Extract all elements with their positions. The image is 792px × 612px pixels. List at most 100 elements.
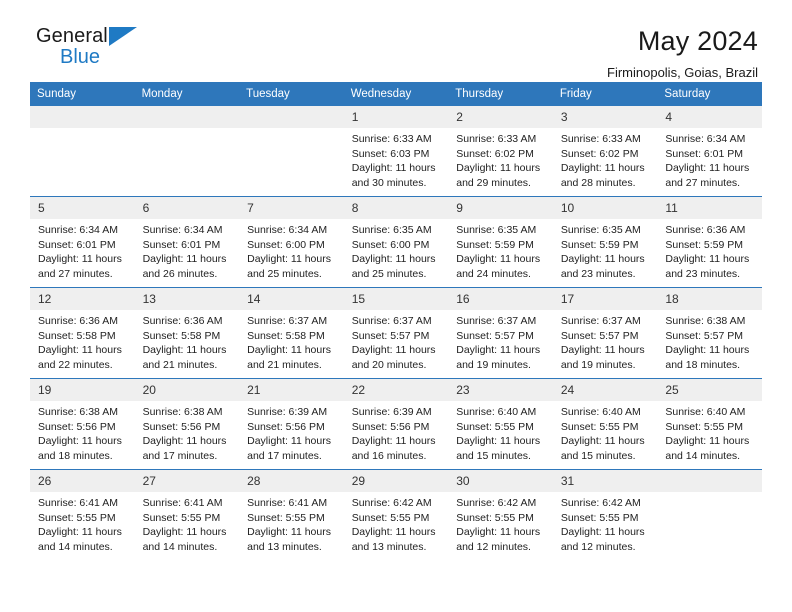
calendar-day-cell[interactable]: 24 Sunrise: 6:40 AM Sunset: 5:55 PM Dayligh… xyxy=(552,378,658,470)
daylight-text: Daylight: 11 hours xyxy=(351,162,436,175)
logo-text-general: General xyxy=(36,25,108,47)
sunrise-text: Sunrise: 6:35 AM xyxy=(560,224,641,236)
day-details: Sunrise: 6:41 AM Sunset: 5:55 PM Daylight:… xyxy=(30,492,135,554)
day-number: 11 xyxy=(657,197,762,219)
sunset-text: Sunset: 5:58 PM xyxy=(142,329,221,342)
day-details: Sunrise: 6:35 AM Sunset: 5:59 PM Daylight:… xyxy=(448,219,553,281)
day-details: Sunrise: 6:37 AM Sunset: 5:57 PM Daylight:… xyxy=(553,310,658,372)
daylight-text: Daylight: 11 hours xyxy=(247,253,331,266)
day-number: 27 xyxy=(134,470,240,492)
sunrise-text: Sunrise: 6:38 AM xyxy=(142,406,223,418)
day-details: Sunrise: 6:39 AM Sunset: 5:56 PM Daylight:… xyxy=(239,401,344,463)
daylight-text-cont: and 18 minutes. xyxy=(665,358,741,371)
day-details: Sunrise: 6:39 AM Sunset: 5:56 PM Daylight:… xyxy=(344,401,449,463)
calendar-day-cell[interactable]: 28 Sunrise: 6:41 AM Sunset: 5:55 PM Dayligh… xyxy=(239,469,344,560)
sunrise-text: Sunrise: 6:40 AM xyxy=(456,406,537,418)
calendar-day-cell[interactable]: 16 Sunrise: 6:37 AM Sunset: 5:57 PM Dayligh… xyxy=(448,287,553,379)
calendar-day-cell[interactable]: 2 Sunrise: 6:33 AM Sunset: 6:02 PM Daylight… xyxy=(448,106,553,197)
day-number: 14 xyxy=(239,288,344,310)
sunrise-text: Sunrise: 6:41 AM xyxy=(142,497,223,509)
day-number: 13 xyxy=(134,288,240,310)
daylight-text-cont: and 25 minutes. xyxy=(247,267,322,280)
calendar-body: 1 Sunrise: 6:33 AM Sunset: 6:03 PM Daylight… xyxy=(30,106,762,560)
sunrise-text: Sunrise: 6:33 AM xyxy=(351,133,432,145)
calendar-day-cell[interactable]: 1 Sunrise: 6:33 AM Sunset: 6:03 PM Daylight… xyxy=(343,106,449,197)
day-number: 15 xyxy=(343,288,449,310)
sunrise-text: Sunrise: 6:36 AM xyxy=(38,315,118,327)
daylight-text: Daylight: 11 hours xyxy=(560,435,645,448)
daylight-text: Daylight: 11 hours xyxy=(665,435,750,448)
calendar-day-cell[interactable]: 25 Sunrise: 6:40 AM Sunset: 5:55 PM Dayligh… xyxy=(657,378,762,470)
sunrise-text: Sunrise: 6:34 AM xyxy=(665,133,746,145)
calendar-day-cell[interactable]: 4 Sunrise: 6:34 AM Sunset: 6:01 PM Daylight… xyxy=(657,106,762,197)
daylight-text: Daylight: 11 hours xyxy=(351,253,436,266)
day-details: Sunrise: 6:38 AM Sunset: 5:56 PM Daylight:… xyxy=(135,401,240,463)
day-number: 16 xyxy=(448,288,553,310)
calendar-day-cell[interactable]: 20 Sunrise: 6:38 AM Sunset: 5:56 PM Dayligh… xyxy=(134,378,240,470)
calendar-day-cell[interactable]: 5 Sunrise: 6:34 AM Sunset: 6:01 PM Daylight… xyxy=(30,196,135,288)
sunset-text: Sunset: 5:55 PM xyxy=(142,511,221,524)
general-blue-logo[interactable]: General Blue xyxy=(36,26,156,72)
daylight-text-cont: and 19 minutes. xyxy=(456,358,531,371)
daylight-text: Daylight: 11 hours xyxy=(38,526,122,539)
daylight-text-cont: and 26 minutes. xyxy=(142,267,218,280)
day-number xyxy=(239,106,344,128)
day-number: 24 xyxy=(552,379,658,401)
sunset-text: Sunset: 5:55 PM xyxy=(560,420,639,433)
sunset-text: Sunset: 6:00 PM xyxy=(247,238,325,251)
calendar-day-cell[interactable]: 18 Sunrise: 6:38 AM Sunset: 5:57 PM Dayligh… xyxy=(657,287,762,379)
calendar-day-cell[interactable]: 26 Sunrise: 6:41 AM Sunset: 5:55 PM Dayligh… xyxy=(30,469,135,560)
sunrise-text: Sunrise: 6:36 AM xyxy=(665,224,746,236)
sunrise-text: Sunrise: 6:36 AM xyxy=(142,315,223,327)
calendar-day-cell[interactable]: 7 Sunrise: 6:34 AM Sunset: 6:00 PM Daylight… xyxy=(239,196,344,288)
sunrise-text: Sunrise: 6:34 AM xyxy=(142,224,223,236)
calendar-day-cell[interactable]: 30 Sunrise: 6:42 AM Sunset: 5:55 PM Dayligh… xyxy=(448,469,553,560)
calendar-day-cell[interactable]: 27 Sunrise: 6:41 AM Sunset: 5:55 PM Dayligh… xyxy=(134,469,240,560)
sunrise-text: Sunrise: 6:37 AM xyxy=(456,315,537,327)
day-number: 12 xyxy=(30,288,135,310)
calendar-day-cell[interactable]: 19 Sunrise: 6:38 AM Sunset: 5:56 PM Dayligh… xyxy=(30,378,135,470)
calendar-day-cell[interactable]: 14 Sunrise: 6:37 AM Sunset: 5:58 PM Dayligh… xyxy=(239,287,344,379)
sunrise-text: Sunrise: 6:42 AM xyxy=(560,497,641,509)
calendar-day-cell[interactable]: 21 Sunrise: 6:39 AM Sunset: 5:56 PM Dayligh… xyxy=(239,378,344,470)
calendar-day-cell[interactable]: 11 Sunrise: 6:36 AM Sunset: 5:59 PM Dayligh… xyxy=(657,196,762,288)
daylight-text: Daylight: 11 hours xyxy=(38,344,122,357)
calendar-day-cell[interactable]: 31 Sunrise: 6:42 AM Sunset: 5:55 PM Dayligh… xyxy=(552,469,658,560)
calendar-day-cell[interactable]: 23 Sunrise: 6:40 AM Sunset: 5:55 PM Dayligh… xyxy=(448,378,553,470)
sunset-text: Sunset: 5:57 PM xyxy=(665,329,744,342)
sunrise-text: Sunrise: 6:41 AM xyxy=(38,497,118,509)
day-number: 29 xyxy=(343,470,449,492)
daylight-text: Daylight: 11 hours xyxy=(247,344,331,357)
day-number: 5 xyxy=(30,197,135,219)
day-number: 7 xyxy=(239,197,344,219)
day-details: Sunrise: 6:42 AM Sunset: 5:55 PM Daylight:… xyxy=(553,492,658,554)
calendar-day-cell[interactable]: 10 Sunrise: 6:35 AM Sunset: 5:59 PM Dayligh… xyxy=(552,196,658,288)
calendar-day-cell[interactable]: 13 Sunrise: 6:36 AM Sunset: 5:58 PM Dayligh… xyxy=(134,287,240,379)
sunset-text: Sunset: 6:00 PM xyxy=(351,238,430,251)
calendar-day-cell[interactable]: 22 Sunrise: 6:39 AM Sunset: 5:56 PM Dayligh… xyxy=(343,378,449,470)
daylight-text-cont: and 14 minutes. xyxy=(665,449,741,462)
calendar-day-cell[interactable]: 15 Sunrise: 6:37 AM Sunset: 5:57 PM Dayligh… xyxy=(343,287,449,379)
calendar-day-cell[interactable]: 6 Sunrise: 6:34 AM Sunset: 6:01 PM Daylight… xyxy=(134,196,240,288)
sunset-text: Sunset: 6:03 PM xyxy=(351,147,430,160)
calendar-day-cell[interactable]: 3 Sunrise: 6:33 AM Sunset: 6:02 PM Daylight… xyxy=(552,106,658,197)
day-number: 28 xyxy=(239,470,344,492)
daylight-text-cont: and 25 minutes. xyxy=(351,267,427,280)
day-number: 8 xyxy=(343,197,449,219)
daylight-text-cont: and 23 minutes. xyxy=(665,267,741,280)
calendar-day-cell[interactable]: 9 Sunrise: 6:35 AM Sunset: 5:59 PM Daylight… xyxy=(448,196,553,288)
daylight-text-cont: and 13 minutes. xyxy=(351,540,427,553)
day-number: 2 xyxy=(448,106,553,128)
calendar-day-cell[interactable]: 29 Sunrise: 6:42 AM Sunset: 5:55 PM Dayligh… xyxy=(343,469,449,560)
sunset-text: Sunset: 5:59 PM xyxy=(456,238,534,251)
daylight-text-cont: and 28 minutes. xyxy=(560,176,636,189)
sunrise-text: Sunrise: 6:38 AM xyxy=(38,406,118,418)
calendar-day-cell[interactable]: 17 Sunrise: 6:37 AM Sunset: 5:57 PM Dayligh… xyxy=(552,287,658,379)
calendar-day-cell[interactable]: 12 Sunrise: 6:36 AM Sunset: 5:58 PM Dayligh… xyxy=(30,287,135,379)
day-details: Sunrise: 6:36 AM Sunset: 5:59 PM Daylight:… xyxy=(657,219,762,281)
day-details xyxy=(657,492,762,496)
day-number: 3 xyxy=(552,106,658,128)
day-details: Sunrise: 6:40 AM Sunset: 5:55 PM Daylight:… xyxy=(448,401,553,463)
calendar-day-cell[interactable]: 8 Sunrise: 6:35 AM Sunset: 6:00 PM Daylight… xyxy=(343,196,449,288)
sunrise-text: Sunrise: 6:34 AM xyxy=(38,224,118,236)
